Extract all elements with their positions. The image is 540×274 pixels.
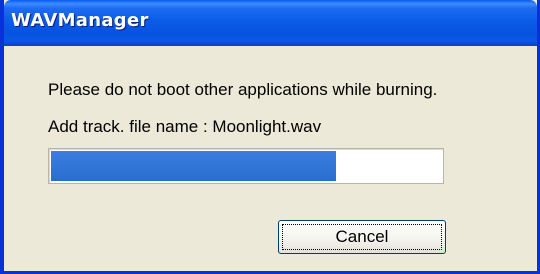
focus-rectangle: Cancel xyxy=(282,224,442,250)
cancel-button[interactable]: Cancel xyxy=(278,220,446,254)
progress-bar xyxy=(48,148,444,184)
dialog-window: WAVManager Please do not boot other appl… xyxy=(0,0,540,274)
title-bar[interactable]: WAVManager xyxy=(4,0,537,46)
cancel-button-label: Cancel xyxy=(335,227,389,246)
progress-fill xyxy=(51,151,336,181)
warning-message: Please do not boot other applications wh… xyxy=(48,80,438,99)
status-message: Add track. file name : Moonlight.wav xyxy=(48,117,322,136)
window-title: WAVManager xyxy=(11,10,149,31)
